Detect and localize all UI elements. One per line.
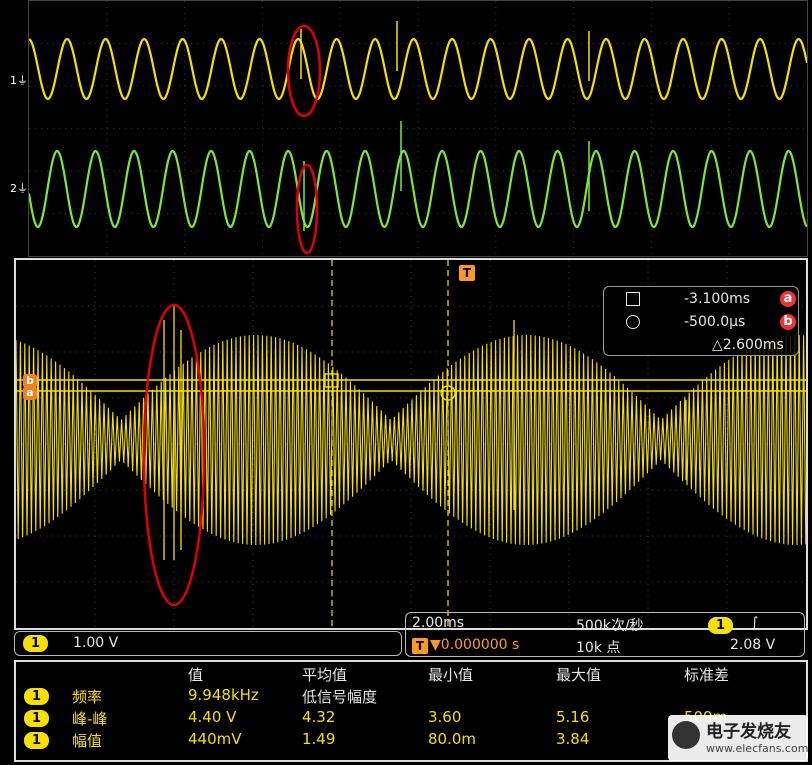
ch2-ground-marker[interactable]: 2⏚ xyxy=(10,180,28,196)
row-mean: 1.49 xyxy=(302,730,336,748)
ch1-waveform xyxy=(16,334,806,546)
row-channel-badge: 1 xyxy=(24,710,50,727)
ch2-marker-label: 2 xyxy=(10,182,17,195)
trigger-offset-icon: T xyxy=(412,638,428,654)
trigger-position-marker[interactable]: T xyxy=(459,265,475,281)
cursor-a-value: -3.100ms xyxy=(684,291,751,307)
sample-rate: 500k次/秒 xyxy=(576,618,644,634)
circle-icon xyxy=(626,315,640,329)
watermark-logo: 电子发烧友 www.elecfans.com xyxy=(668,715,808,761)
header-std: 标准差 xyxy=(684,666,730,684)
row-value: 9.948kHz xyxy=(188,686,259,704)
horizontal-trigger-readout[interactable]: 2.00ms T ▼0.000000 s 500k次/秒 10k 点 1 ∫ 2… xyxy=(405,612,805,657)
header-max: 最大值 xyxy=(556,666,602,684)
row-name: 频率 xyxy=(72,688,103,706)
ch1-waveform xyxy=(29,37,807,101)
header-value: 值 xyxy=(188,666,204,684)
row-name: 峰-峰 xyxy=(72,710,108,728)
vertical-scale-readout[interactable]: 1 1.00 V xyxy=(14,631,402,656)
trigger-slope-icon: ∫ xyxy=(751,615,759,631)
row-max: 5.16 xyxy=(556,708,590,726)
row-channel-badge: 1 xyxy=(24,732,50,749)
cursor-a-marker[interactable]: a xyxy=(23,386,37,400)
logo-icon xyxy=(672,721,700,749)
ch1-marker-label: 1 xyxy=(10,74,17,87)
row-channel-badge: 1 xyxy=(24,688,50,705)
annotation-circle xyxy=(286,24,322,118)
square-icon xyxy=(626,292,640,306)
header-min: 最小值 xyxy=(428,666,474,684)
row-value: 440mV xyxy=(188,730,242,748)
cursor-delta-value: △2.600ms xyxy=(712,337,784,353)
row-name: 幅值 xyxy=(72,732,103,750)
ground-icon: ⏚ xyxy=(17,74,28,87)
ground-icon: ⏚ xyxy=(17,182,28,195)
row-min: 3.60 xyxy=(428,708,462,726)
zoomed-waveform-svg xyxy=(29,1,807,256)
cursor-readout-panel[interactable]: -3.100ms a -500.0µs b △2.600ms xyxy=(603,286,799,356)
zoomed-waveform-panel xyxy=(28,0,808,257)
volts-per-div: 1.00 V xyxy=(73,635,119,651)
cursor-a-badge: a xyxy=(780,291,796,307)
trigger-level: 2.08 V xyxy=(730,637,776,653)
watermark-text: 电子发烧友 xyxy=(706,722,791,742)
trigger-offset: ▼0.000000 s xyxy=(430,637,520,653)
row-mean: 低信号幅度 xyxy=(302,688,378,706)
row-value: 4.40 V xyxy=(188,708,237,726)
header-mean: 平均值 xyxy=(302,666,348,684)
trigger-channel-badge: 1 xyxy=(708,617,734,634)
cursor-b-value: -500.0µs xyxy=(684,314,746,330)
row-max: 3.84 xyxy=(556,730,590,748)
watermark-url: www.elecfans.com xyxy=(706,742,809,755)
row-min: 80.0m xyxy=(428,730,477,748)
time-per-div: 2.00ms xyxy=(412,615,465,631)
ch1-ground-marker[interactable]: 1⏚ xyxy=(10,72,28,88)
row-mean: 4.32 xyxy=(302,708,336,726)
ch2-waveform xyxy=(29,149,807,229)
cursor-b-badge: b xyxy=(780,314,796,330)
ch1-badge: 1 xyxy=(23,635,49,652)
record-length: 10k 点 xyxy=(576,640,621,656)
